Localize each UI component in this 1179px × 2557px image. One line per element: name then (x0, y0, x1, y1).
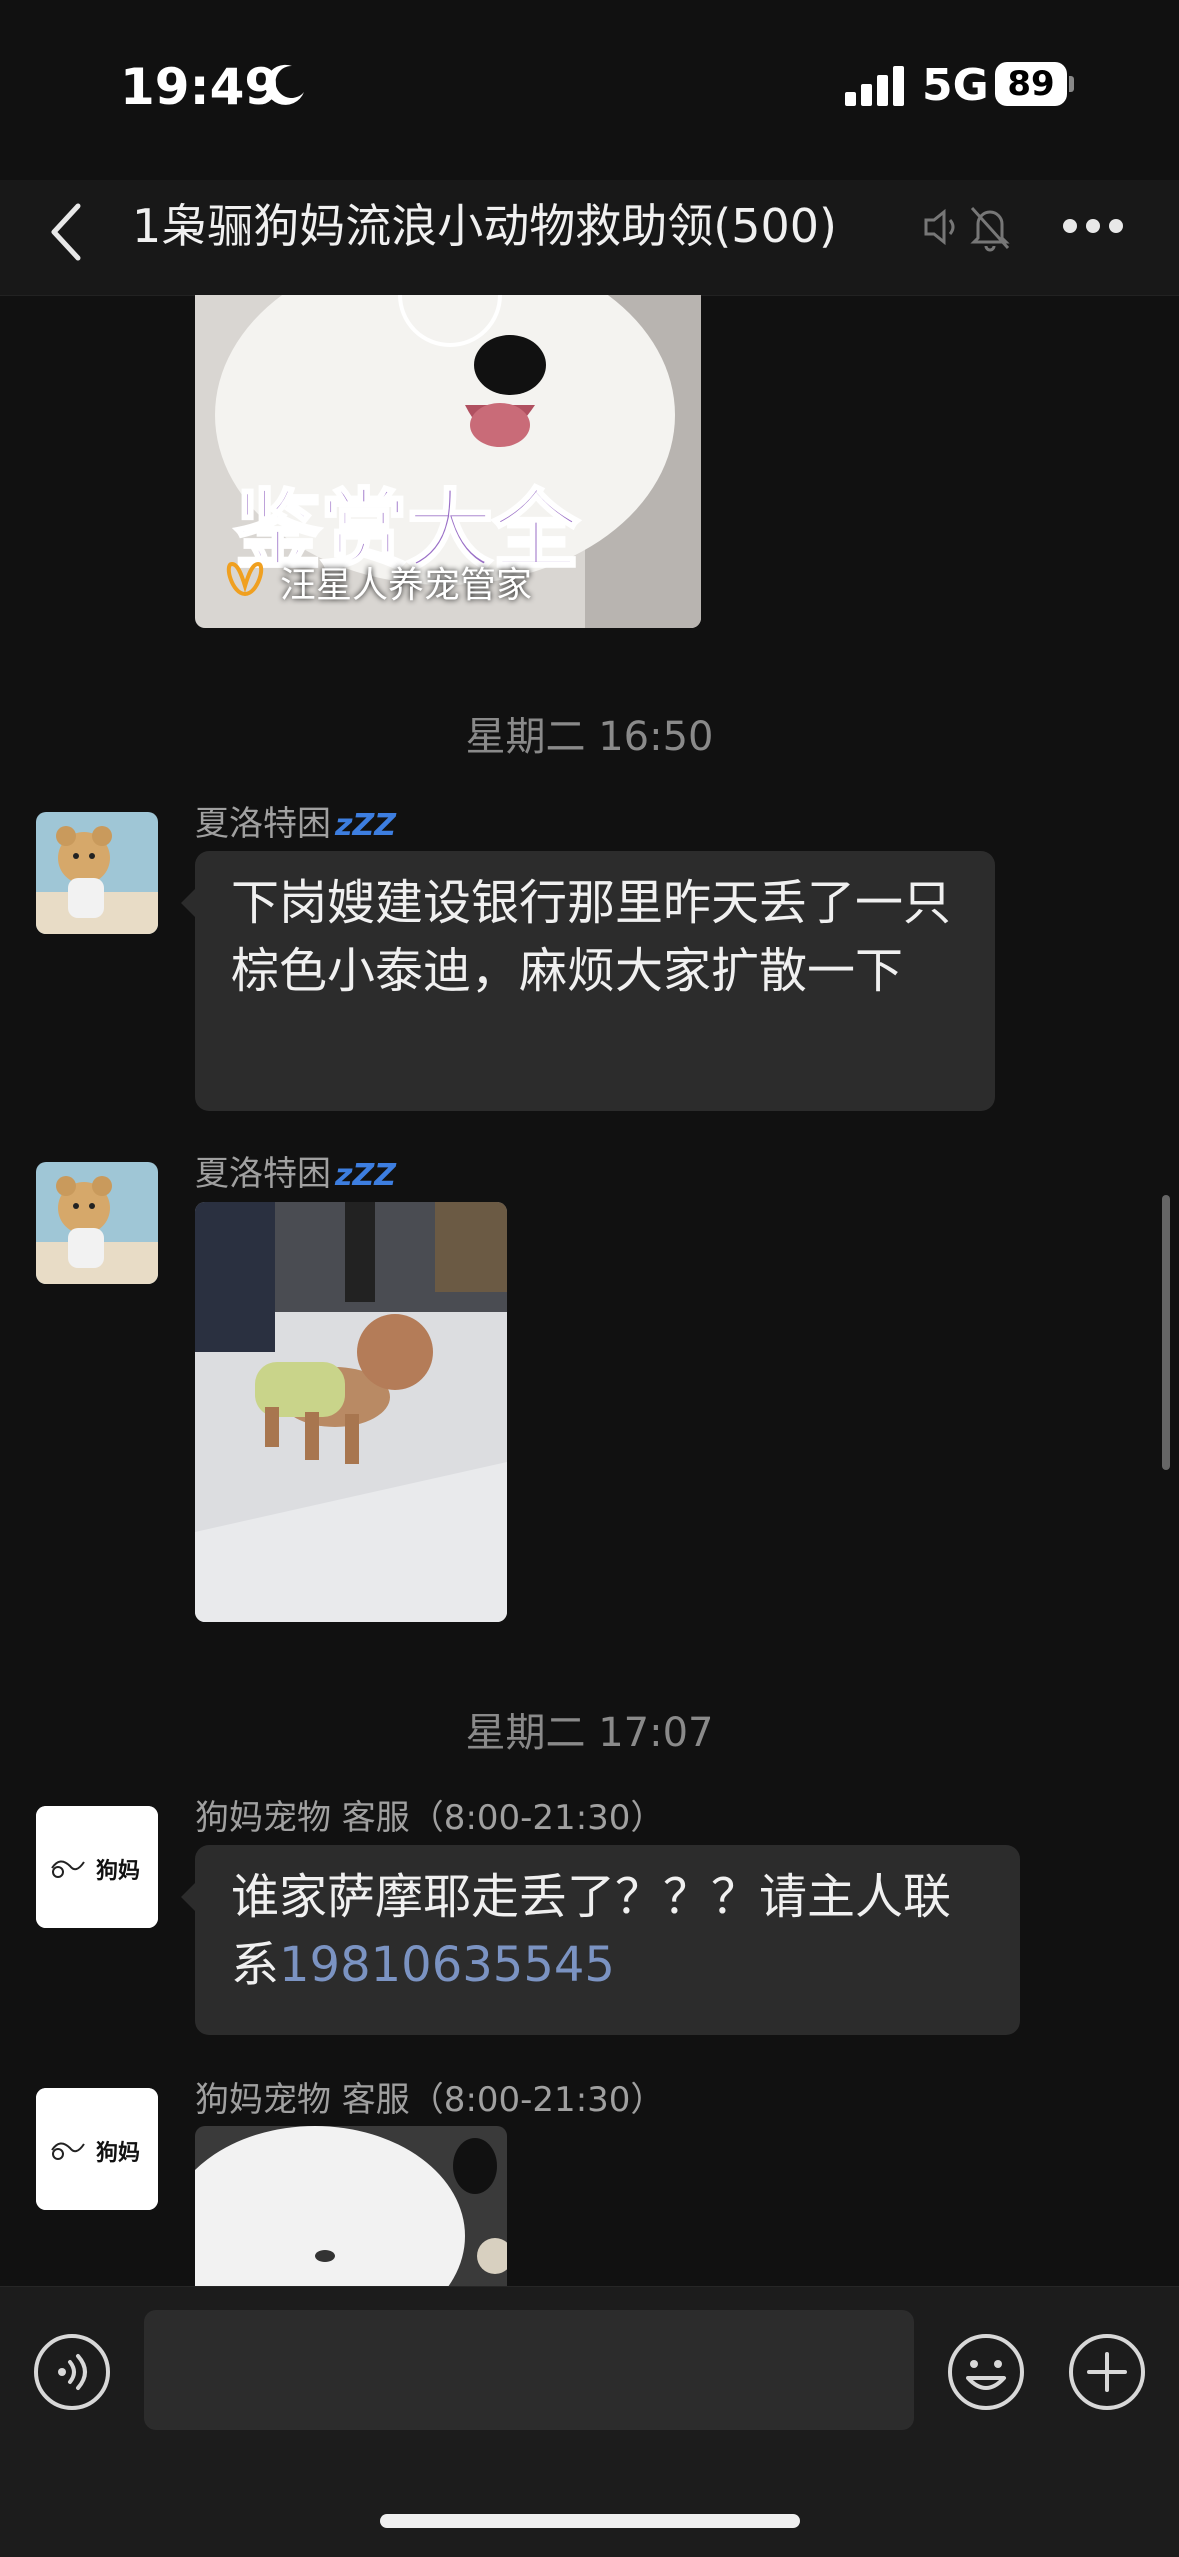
bear-avatar-image (36, 1162, 158, 1284)
sender-name: 夏洛特困 zZZ (195, 796, 396, 845)
butterfly-logo-icon (226, 561, 264, 597)
battery-tip (1069, 76, 1074, 92)
sleep-badge-icon: zZZ (335, 1158, 396, 1193)
message-text: 下岗嫂建设银行那里昨天丢了一只棕色小泰迪，麻烦大家扩散一下 (231, 875, 952, 999)
signal-icon (845, 66, 904, 106)
logo-text: 狗妈 (96, 2141, 140, 2166)
battery-icon: 89 (995, 62, 1075, 108)
moon-icon (265, 64, 304, 105)
sender-name-text: 夏洛特困 (195, 1154, 331, 1194)
sender-name: 狗妈宠物 客服（8:00-21:30） (195, 1798, 665, 1838)
battery-level: 89 (995, 62, 1067, 106)
timestamp: 星期二 17:07 (465, 1710, 714, 1756)
scrollbar[interactable] (1162, 1195, 1170, 1470)
shared-image-poodle[interactable] (195, 1202, 507, 1622)
logo-text: 狗妈 (96, 1859, 140, 1884)
dog-mom-logo-image: 狗妈 (36, 1806, 158, 1928)
bear-avatar-image (36, 812, 158, 934)
chat-title: 1枭骊狗妈流浪小动物救助领(500) (132, 199, 837, 253)
emoji-icon[interactable] (946, 2332, 1026, 2412)
shared-image-samoyed-puppy[interactable] (195, 2126, 507, 2286)
status-time: 19:49 (120, 58, 280, 116)
avatar[interactable]: 狗妈 (36, 1806, 158, 1928)
timestamp: 星期二 16:50 (465, 714, 714, 760)
back-icon[interactable] (44, 200, 88, 264)
sender-name: 夏洛特困 zZZ (195, 1146, 396, 1195)
sender-name-text: 夏洛特困 (195, 804, 331, 844)
image-caption: 汪星人养宠管家 (280, 565, 533, 606)
voice-mute-icon (924, 208, 955, 246)
phone-number-link[interactable]: 19810635545 (279, 1937, 615, 1993)
message-input[interactable] (144, 2310, 914, 2430)
more-options-button[interactable] (1063, 219, 1123, 235)
home-indicator[interactable] (380, 2514, 800, 2528)
message-bubble[interactable]: 谁家萨摩耶走丢了？？？请主人联系19810635545 (181, 1845, 1020, 2035)
avatar[interactable]: 狗妈 (36, 2088, 158, 2210)
dog-mom-logo-image: 狗妈 (36, 2088, 158, 2210)
mute-bell-icon (970, 206, 1010, 252)
sender-name: 狗妈宠物 客服（8:00-21:30） (195, 2080, 665, 2120)
poodle-photo (195, 1202, 507, 1622)
sleep-badge-icon: zZZ (335, 808, 396, 843)
avatar[interactable] (36, 1162, 158, 1284)
message-bubble[interactable]: 下岗嫂建设银行那里昨天丢了一只棕色小泰迪，麻烦大家扩散一下 (181, 851, 995, 1111)
voice-input-icon[interactable] (32, 2332, 112, 2412)
network-type: 5G (922, 60, 989, 111)
avatar[interactable] (36, 812, 158, 934)
plus-icon[interactable] (1067, 2332, 1147, 2412)
samoyed-puppy-photo (195, 2126, 507, 2286)
